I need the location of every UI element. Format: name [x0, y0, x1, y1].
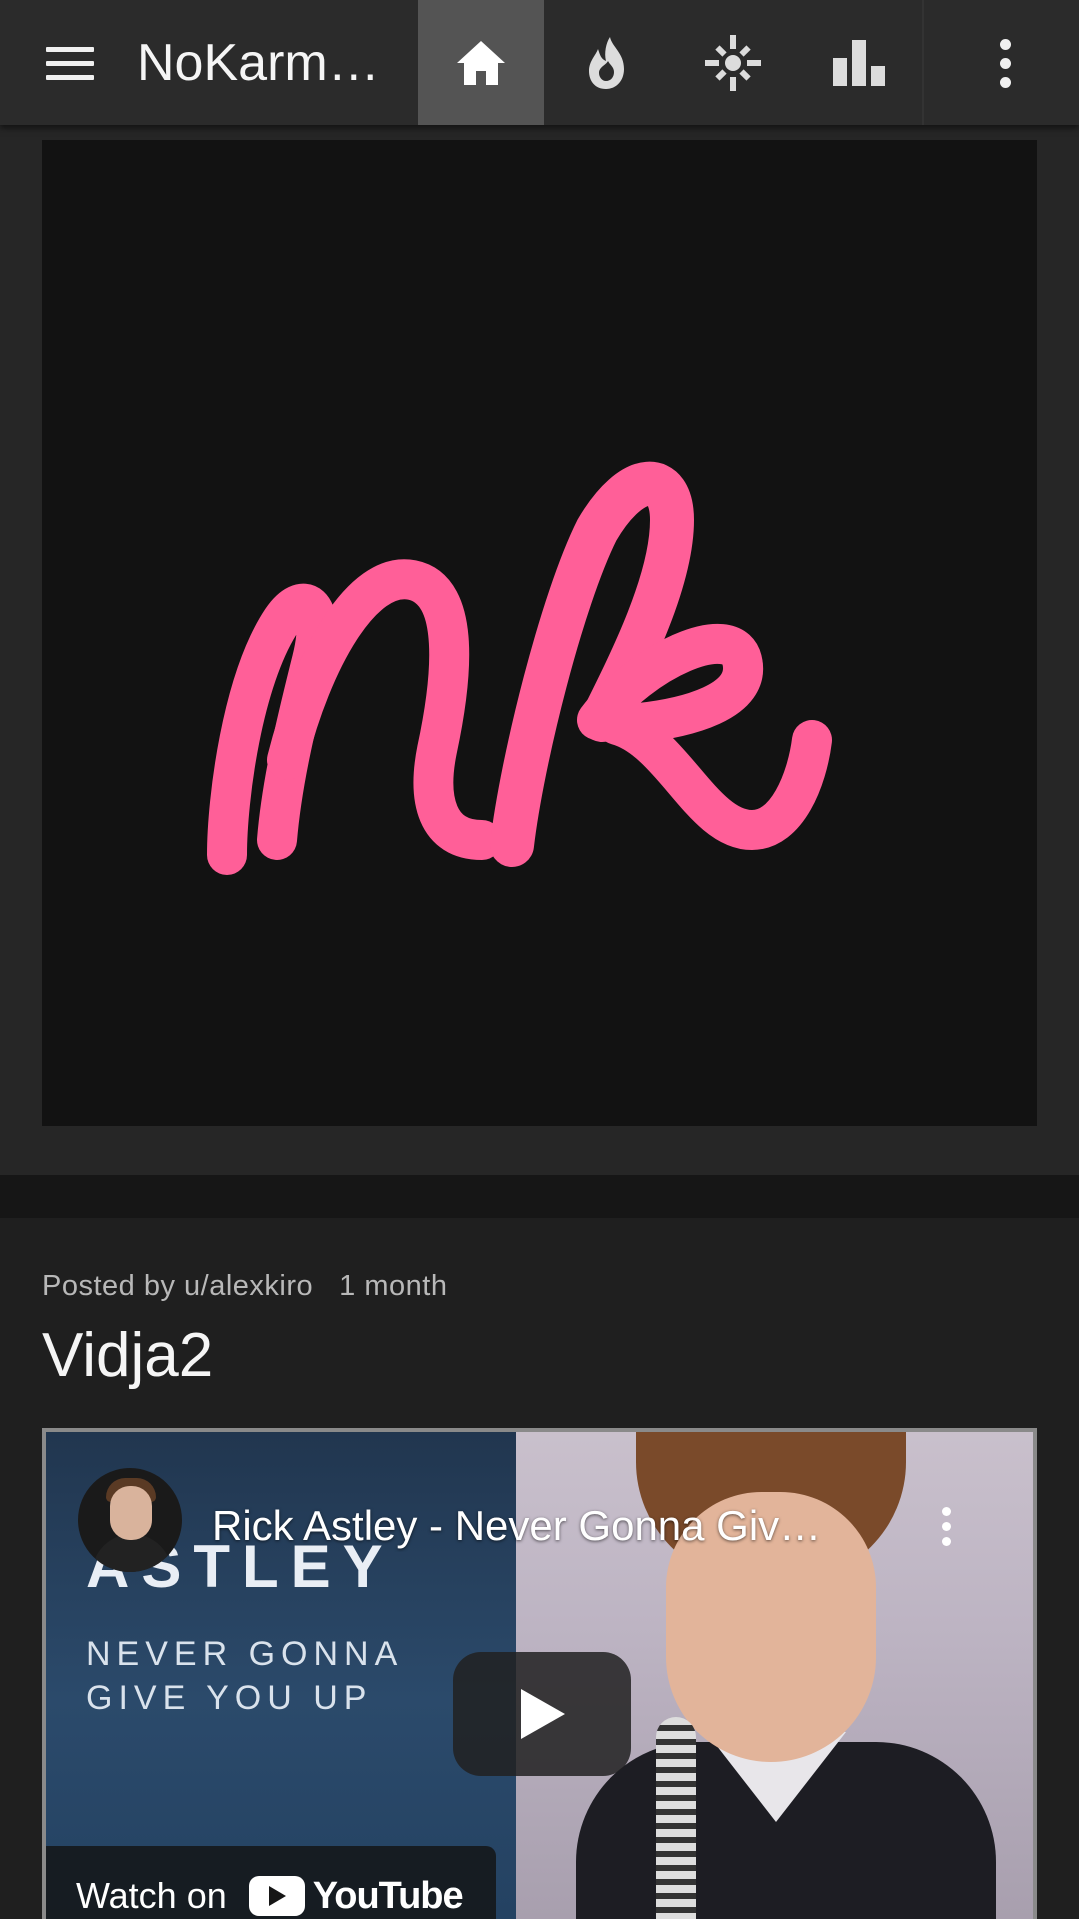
- thumb-song-text: NEVER GONNA GIVE YOU UP: [86, 1632, 403, 1720]
- youtube-logo: YouTube: [248, 1874, 464, 1918]
- play-button[interactable]: [453, 1652, 631, 1776]
- tab-hot[interactable]: [544, 0, 670, 125]
- post-author[interactable]: Posted by u/alexkiro: [42, 1270, 313, 1302]
- app-root: NoKarm… Posted by u/alexkiro 1 month Vid…: [0, 0, 1079, 1919]
- post-separator: [0, 1175, 1079, 1218]
- post-meta: Posted by u/alexkiro 1 month: [42, 1268, 447, 1304]
- watch-on-label: Watch on: [76, 1875, 227, 1916]
- nk-logo: [207, 461, 832, 875]
- sparkle-icon: [705, 34, 761, 91]
- play-icon: [521, 1689, 565, 1739]
- channel-avatar[interactable]: [78, 1468, 182, 1572]
- tab-new[interactable]: [670, 0, 796, 125]
- microphone-image: [656, 1717, 696, 1919]
- menu-icon[interactable]: [40, 33, 100, 93]
- app-title[interactable]: NoKarm…: [137, 30, 387, 96]
- home-icon: [457, 40, 505, 85]
- toolbar-divider: [922, 0, 924, 125]
- post-time: 1 month: [339, 1270, 448, 1302]
- youtube-wordmark: YouTube: [312, 1875, 464, 1917]
- video-embed[interactable]: ASTLEY NEVER GONNA GIVE YOU UP Rick Astl…: [42, 1428, 1037, 1919]
- post-title[interactable]: Vidja2: [42, 1318, 213, 1394]
- video-more-icon[interactable]: [926, 1498, 966, 1554]
- overflow-menu-icon[interactable]: [980, 31, 1030, 95]
- thumb-song-line1: NEVER GONNA: [86, 1635, 404, 1673]
- video-title[interactable]: Rick Astley - Never Gonna Giv…: [212, 1500, 912, 1552]
- tab-top[interactable]: [796, 0, 922, 125]
- youtube-play-icon: [248, 1876, 305, 1916]
- post-image[interactable]: [42, 140, 1037, 1126]
- bar-chart-icon: [833, 39, 885, 86]
- watch-on-youtube-button[interactable]: Watch on YouTube: [46, 1846, 496, 1919]
- thumb-song-line2: GIVE YOU UP: [86, 1679, 373, 1717]
- tab-home[interactable]: [418, 0, 544, 125]
- top-app-bar: NoKarm…: [0, 0, 1079, 125]
- flame-icon: [589, 36, 624, 89]
